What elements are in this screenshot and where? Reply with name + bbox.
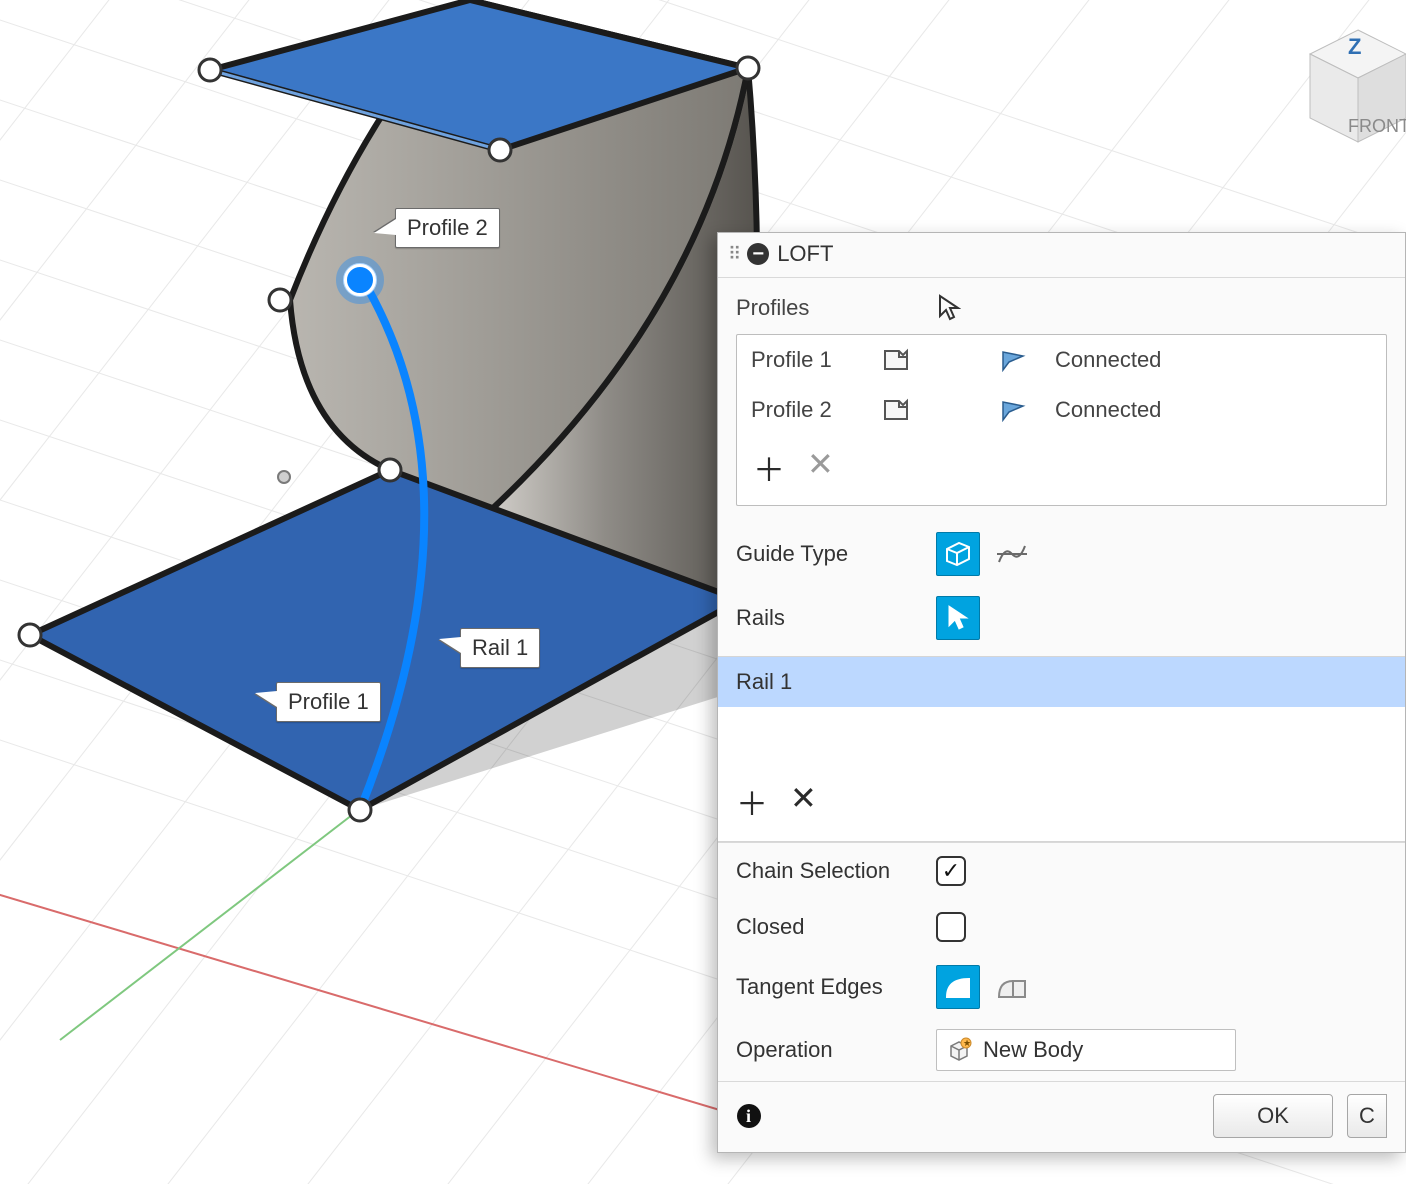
- guide-type-label: Guide Type: [736, 541, 936, 567]
- viewcube-axis: Z: [1348, 34, 1361, 59]
- newbody-icon: ★: [945, 1036, 973, 1064]
- loft-dialog: ⠿ − LOFT Profiles Profile 1 Connected: [717, 232, 1406, 1153]
- dialog-title-text: LOFT: [777, 241, 833, 267]
- axis-x: [0, 880, 820, 1140]
- canvas-label-rail1[interactable]: Rail 1: [460, 628, 540, 668]
- profile-status[interactable]: Connected: [1055, 397, 1161, 423]
- stage: FRONT Z Profile 2 Rail 1 Profile 1 ⠿ − L…: [0, 0, 1406, 1184]
- chain-selection-row: Chain Selection: [718, 843, 1405, 899]
- chain-selection-label: Chain Selection: [736, 858, 936, 884]
- add-rail-button[interactable]: ＋: [736, 779, 768, 825]
- operation-select[interactable]: ★ New Body: [936, 1029, 1236, 1071]
- guide-type-rails-button[interactable]: [936, 532, 980, 576]
- grip-icon[interactable]: ⠿: [728, 244, 739, 265]
- canvas-label-profile2[interactable]: Profile 2: [395, 208, 500, 248]
- profiles-list: Profile 1 Connected Profile 2: [736, 334, 1387, 506]
- flag-icon[interactable]: [1001, 348, 1029, 372]
- chain-selection-checkbox[interactable]: [936, 856, 966, 886]
- sheet-icon[interactable]: [881, 347, 911, 373]
- profiles-header: Profiles: [718, 278, 1405, 330]
- add-profile-button[interactable]: ＋: [753, 445, 785, 491]
- guide-type-row: Guide Type: [718, 522, 1405, 586]
- operation-label: Operation: [736, 1037, 936, 1063]
- cursor-icon: [937, 294, 961, 322]
- rail-row-1[interactable]: Rail 1: [718, 657, 1405, 707]
- profile-name: Profile 1: [751, 347, 861, 373]
- view-cube: FRONT Z: [1310, 30, 1406, 142]
- info-icon[interactable]: i: [736, 1103, 762, 1129]
- profile-row-2[interactable]: Profile 2 Connected: [737, 385, 1386, 435]
- closed-checkbox[interactable]: [936, 912, 966, 942]
- tangent-edges-row: Tangent Edges: [718, 955, 1405, 1019]
- profile-name: Profile 2: [751, 397, 861, 423]
- guide-type-centerline-button[interactable]: [990, 532, 1034, 576]
- collapse-icon[interactable]: −: [747, 243, 769, 265]
- remove-profile-button[interactable]: ✕: [807, 445, 834, 491]
- axis-y: [60, 805, 365, 1040]
- operation-value: New Body: [983, 1037, 1083, 1063]
- ok-button[interactable]: OK: [1213, 1094, 1333, 1138]
- rails-row: Rails: [718, 586, 1405, 650]
- rails-list: Rail 1 ＋ ✕: [718, 656, 1405, 842]
- profile-row-1[interactable]: Profile 1 Connected: [737, 335, 1386, 385]
- cancel-button[interactable]: C: [1347, 1094, 1387, 1138]
- profile-status[interactable]: Connected: [1055, 347, 1161, 373]
- tangent-edges-on-button[interactable]: [936, 965, 980, 1009]
- dialog-titlebar[interactable]: ⠿ − LOFT: [718, 233, 1405, 278]
- svg-text:i: i: [746, 1106, 751, 1126]
- closed-label: Closed: [736, 914, 936, 940]
- tangent-edges-label: Tangent Edges: [736, 974, 936, 1000]
- flag-icon[interactable]: [1001, 398, 1029, 422]
- closed-row: Closed: [718, 899, 1405, 955]
- viewcube-face: FRONT: [1348, 116, 1406, 136]
- operation-row: Operation ★ New Body: [718, 1019, 1405, 1081]
- profiles-label: Profiles: [736, 295, 809, 321]
- remove-rail-button[interactable]: ✕: [790, 779, 817, 825]
- sheet-icon[interactable]: [881, 397, 911, 423]
- canvas-label-profile1[interactable]: Profile 1: [276, 682, 381, 722]
- tangent-edges-off-button[interactable]: [990, 965, 1034, 1009]
- svg-text:★: ★: [963, 1038, 971, 1048]
- dialog-footer: i OK C: [718, 1081, 1405, 1152]
- rails-label: Rails: [736, 605, 936, 631]
- rails-select-button[interactable]: [936, 596, 980, 640]
